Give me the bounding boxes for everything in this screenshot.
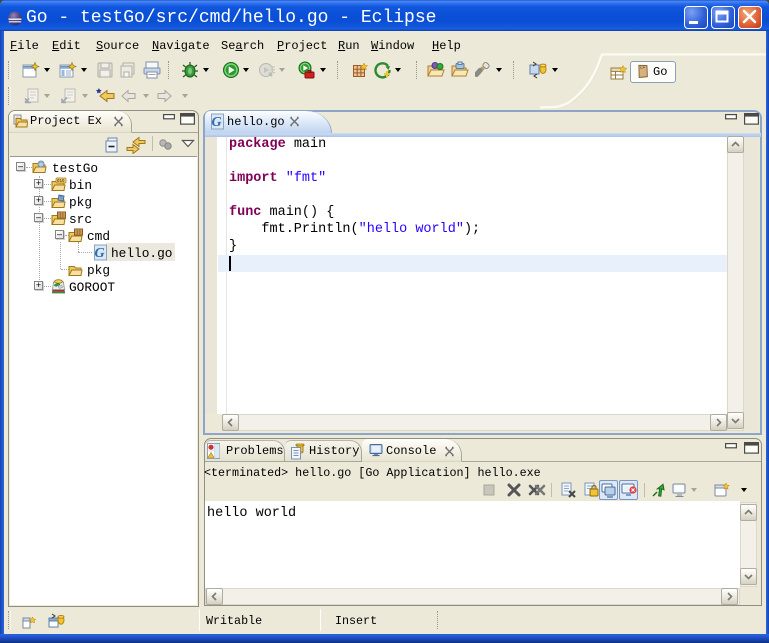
svg-text:010: 010: [57, 178, 65, 183]
svg-text:G: G: [212, 115, 222, 130]
svg-text:G: G: [95, 246, 105, 261]
